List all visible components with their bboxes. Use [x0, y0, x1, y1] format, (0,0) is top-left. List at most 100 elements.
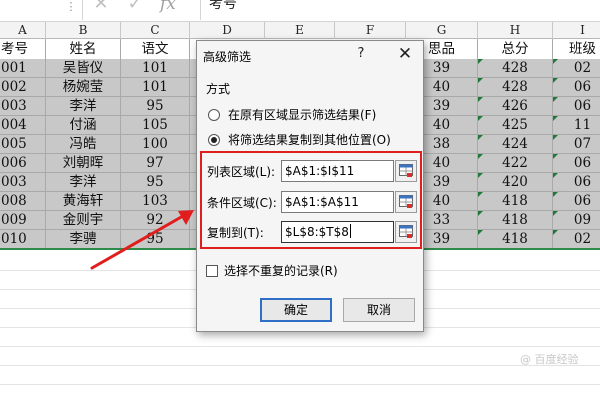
range-select-icon — [399, 225, 413, 238]
table-cell[interactable]: 刘朝晖 — [46, 154, 121, 172]
ok-button[interactable]: 确定 — [260, 298, 332, 322]
copy-to-input[interactable]: $L$8:$T$8 — [281, 221, 394, 243]
list-range-collapse-button[interactable] — [395, 160, 417, 182]
table-cell[interactable]: 002 — [0, 78, 46, 96]
checkbox-box[interactable] — [206, 265, 218, 277]
formula-bar: ⋮ ✕ ✓ fx 考号 — [0, 0, 600, 22]
table-cell[interactable]: 02 — [553, 59, 600, 77]
table-cell[interactable]: 003 — [0, 173, 46, 191]
advanced-filter-dialog: 高级筛选 ? ✕ 方式 在原有区域显示筛选结果(F) 将筛选结果复制到其他位置(… — [196, 40, 424, 332]
list-range-input[interactable]: $A$1:$I$11 — [281, 160, 394, 182]
column-header-h[interactable]: H — [478, 22, 553, 39]
table-cell[interactable]: 101 — [121, 78, 190, 96]
header-cell[interactable]: 考号 — [0, 39, 46, 59]
table-cell[interactable]: 418 — [478, 192, 553, 210]
table-cell[interactable]: 付涵 — [46, 116, 121, 134]
table-cell[interactable]: 101 — [121, 59, 190, 77]
column-header-b[interactable]: B — [46, 22, 121, 39]
criteria-range-value: $A$1:$A$11 — [285, 195, 359, 209]
table-cell[interactable]: 06 — [553, 97, 600, 115]
text-caret — [349, 224, 351, 238]
table-cell[interactable]: 422 — [478, 154, 553, 172]
table-cell[interactable]: 92 — [121, 211, 190, 229]
method-group-label: 方式 — [206, 82, 231, 96]
radio-circle[interactable] — [208, 109, 220, 121]
empty-row-line — [0, 365, 600, 366]
column-header-c[interactable]: C — [121, 22, 190, 39]
table-cell[interactable]: 06 — [553, 192, 600, 210]
table-cell[interactable]: 105 — [121, 116, 190, 134]
table-cell[interactable]: 418 — [478, 211, 553, 229]
table-cell[interactable]: 11 — [553, 116, 600, 134]
table-cell[interactable]: 95 — [121, 173, 190, 191]
table-cell[interactable]: 95 — [121, 97, 190, 115]
table-cell[interactable]: 06 — [553, 173, 600, 191]
table-cell[interactable]: 428 — [478, 59, 553, 77]
table-cell[interactable]: 009 — [0, 211, 46, 229]
column-headers: A B C D E F G H I — [0, 22, 600, 39]
column-header-e[interactable]: E — [265, 22, 335, 39]
table-cell[interactable]: 425 — [478, 116, 553, 134]
table-cell[interactable]: 001 — [0, 59, 46, 77]
copy-to-value: $L$8:$T$8 — [285, 225, 349, 239]
formula-input[interactable]: 考号 — [200, 0, 600, 20]
criteria-range-collapse-button[interactable] — [395, 191, 417, 213]
dialog-title: 高级筛选 — [203, 50, 252, 64]
table-cell[interactable]: 003 — [0, 97, 46, 115]
table-cell[interactable]: 06 — [553, 78, 600, 96]
table-cell[interactable]: 100 — [121, 135, 190, 153]
table-cell[interactable]: 黄海轩 — [46, 192, 121, 210]
radio-circle-selected[interactable] — [208, 134, 220, 146]
table-cell[interactable]: 李洋 — [46, 97, 121, 115]
unique-records-label: 选择不重复的记录(R) — [224, 264, 338, 278]
table-cell[interactable]: 005 — [0, 135, 46, 153]
radio-in-place-label: 在原有区域显示筛选结果(F) — [228, 108, 377, 122]
more-icon: ⋮ — [65, 0, 77, 13]
header-cell[interactable]: 总分 — [478, 39, 553, 59]
header-cell[interactable]: 姓名 — [46, 39, 121, 59]
empty-row-line — [0, 346, 600, 347]
enter-icon[interactable]: ✓ — [126, 0, 144, 14]
range-select-icon — [399, 195, 413, 208]
criteria-range-input[interactable]: $A$1:$A$11 — [281, 191, 394, 213]
table-cell[interactable]: 426 — [478, 97, 553, 115]
table-cell[interactable]: 95 — [121, 230, 190, 248]
formula-bar-divider — [82, 0, 83, 20]
table-cell[interactable]: 424 — [478, 135, 553, 153]
table-cell[interactable]: 09 — [553, 211, 600, 229]
table-cell[interactable]: 010 — [0, 230, 46, 248]
column-header-a[interactable]: A — [0, 22, 46, 39]
watermark-text: @ 百度经验 — [520, 353, 579, 366]
table-cell[interactable]: 李骋 — [46, 230, 121, 248]
table-cell[interactable]: 420 — [478, 173, 553, 191]
table-cell[interactable]: 428 — [478, 78, 553, 96]
table-cell[interactable]: 418 — [478, 230, 553, 248]
table-cell[interactable]: 97 — [121, 154, 190, 172]
column-header-i[interactable]: I — [553, 22, 600, 39]
cancel-icon[interactable]: ✕ — [92, 0, 110, 14]
table-cell[interactable]: 06 — [553, 154, 600, 172]
table-cell[interactable]: 冯皓 — [46, 135, 121, 153]
table-cell[interactable]: 008 — [0, 192, 46, 210]
table-cell[interactable]: 103 — [121, 192, 190, 210]
table-cell[interactable]: 金则宇 — [46, 211, 121, 229]
close-icon[interactable]: ✕ — [395, 44, 415, 64]
column-header-d[interactable]: D — [190, 22, 265, 39]
insert-function-icon[interactable]: fx — [160, 0, 184, 14]
copy-to-collapse-button[interactable] — [395, 221, 417, 243]
name-box[interactable] — [0, 0, 60, 20]
table-cell[interactable]: 006 — [0, 154, 46, 172]
column-header-g[interactable]: G — [406, 22, 478, 39]
header-cell[interactable]: 班级 — [553, 39, 600, 59]
table-cell[interactable]: 吴皆仪 — [46, 59, 121, 77]
table-cell[interactable]: 02 — [553, 230, 600, 248]
table-cell[interactable]: 李洋 — [46, 173, 121, 191]
cancel-button[interactable]: 取消 — [343, 298, 415, 322]
table-cell[interactable]: 004 — [0, 116, 46, 134]
copy-to-label: 复制到(T): — [207, 226, 264, 240]
column-header-f[interactable]: F — [335, 22, 406, 39]
table-cell[interactable]: 07 — [553, 135, 600, 153]
table-cell[interactable]: 杨婉莹 — [46, 78, 121, 96]
help-icon[interactable]: ? — [352, 45, 370, 63]
header-cell[interactable]: 语文 — [121, 39, 190, 59]
